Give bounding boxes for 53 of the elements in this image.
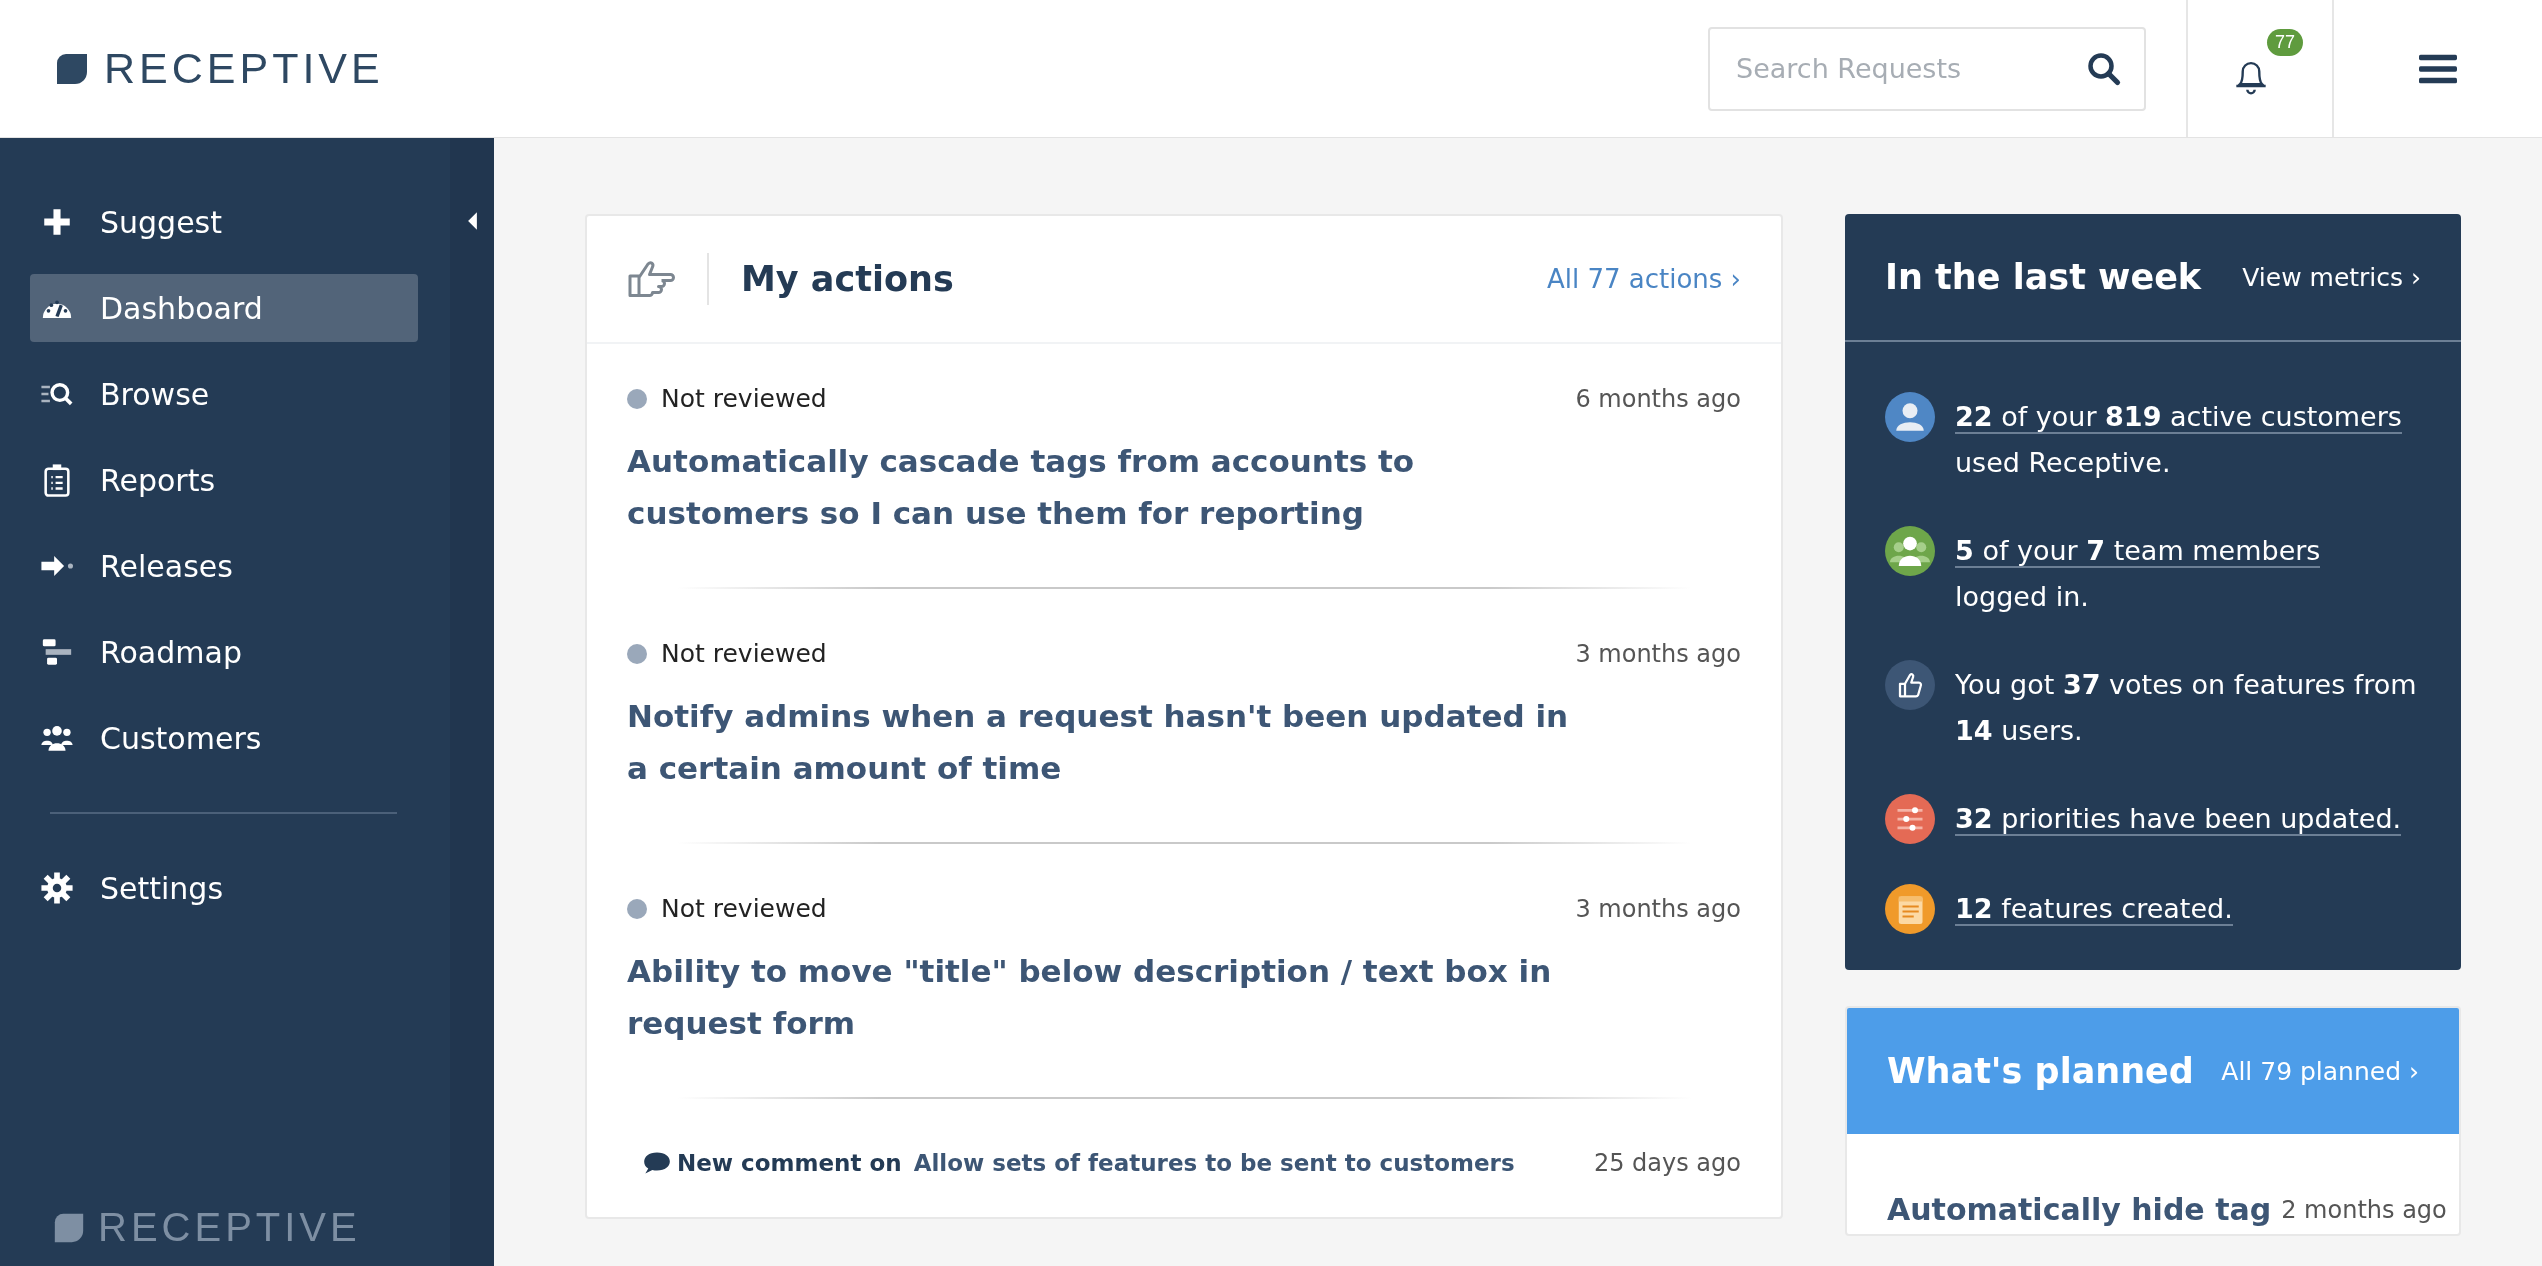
panel-title: What's planned [1887, 1051, 2194, 1091]
request-title-link[interactable]: Notify admins when a request hasn't been updated in a certain amount of time [627, 690, 1587, 794]
search-field[interactable]: Search Requests [1708, 26, 2146, 111]
thumbs-up-icon [1885, 660, 1935, 710]
timestamp: 2 months ago [2281, 1195, 2447, 1224]
logo-text: RECEPTIVE [104, 44, 384, 93]
sidebar-nav-item[interactable]: Browse [30, 360, 418, 428]
request-title-link[interactable]: Automatically cascade tags from accounts to customers so I can use them for reporting [627, 435, 1587, 539]
document-icon [1885, 884, 1935, 934]
status-dot-icon [627, 898, 647, 919]
sidebar-nav-item[interactable]: Dashboard [30, 274, 418, 342]
metric-link[interactable]: 22 of your 819 active customers [1955, 401, 2402, 434]
request-link[interactable]: Allow sets of features to be sent to customers [913, 1150, 1515, 1176]
sidebar-nav-item[interactable]: Customers [30, 704, 418, 772]
logo-text: RECEPTIVE [98, 1205, 361, 1250]
sidebar-nav-item[interactable]: Roadmap [30, 618, 418, 686]
status-label: Not reviewed [661, 384, 827, 413]
pointing-hand-icon [627, 258, 675, 300]
status-label: Not reviewed [661, 894, 827, 923]
metric-link[interactable]: 32 priorities have been updated. [1955, 803, 2402, 836]
card-title: My actions [741, 259, 954, 299]
planned-item-link[interactable]: Automatically hide tag [1887, 1186, 2272, 1234]
collapse-button[interactable] [466, 210, 478, 232]
request-title-link[interactable]: Ability to move "title" below description / text box in request form [627, 945, 1587, 1049]
status-label: Not reviewed [661, 639, 827, 668]
status-dot-icon [627, 388, 647, 409]
caret-left-icon [466, 210, 478, 232]
sidebar-nav-item[interactable]: Settings [30, 854, 418, 922]
notification-count-badge: 77 [2266, 28, 2303, 56]
timestamp: 3 months ago [1575, 895, 1741, 923]
group-icon [1885, 526, 1935, 576]
metric-text: You got 37 votes on features from 14 users. [1955, 668, 2418, 748]
menu-icon [2419, 52, 2457, 85]
metric-text: 22 of your 819 active customers used Receptive. [1955, 400, 2403, 480]
person-icon [1885, 392, 1935, 442]
metric-link[interactable]: 5 of your 7 team members [1955, 535, 2321, 568]
view-metrics-link[interactable]: View metrics › [2242, 262, 2421, 292]
timestamp: 25 days ago [1593, 1149, 1741, 1177]
sidebar-nav-item[interactable]: Reports [30, 446, 418, 514]
metric-text: 5 of your 7 team members logged in. [1955, 534, 2322, 614]
metric-link[interactable]: 12 features created. [1955, 893, 2233, 926]
panel-title: In the last week [1885, 257, 2202, 297]
speech-bubble-icon [643, 1151, 671, 1175]
all-actions-link[interactable]: All 77 actions › [1546, 264, 1741, 294]
gear-icon [40, 871, 74, 905]
sidebar-nav-item[interactable]: Releases [30, 532, 418, 600]
timestamp: 3 months ago [1575, 640, 1741, 668]
search-icon [2086, 50, 2122, 87]
comment-label: New comment on [677, 1150, 902, 1176]
timestamp: 6 months ago [1575, 385, 1741, 413]
sidebar-nav-item[interactable]: Suggest [30, 188, 418, 256]
sliders-icon [1885, 794, 1935, 844]
status-dot-icon [627, 643, 647, 664]
